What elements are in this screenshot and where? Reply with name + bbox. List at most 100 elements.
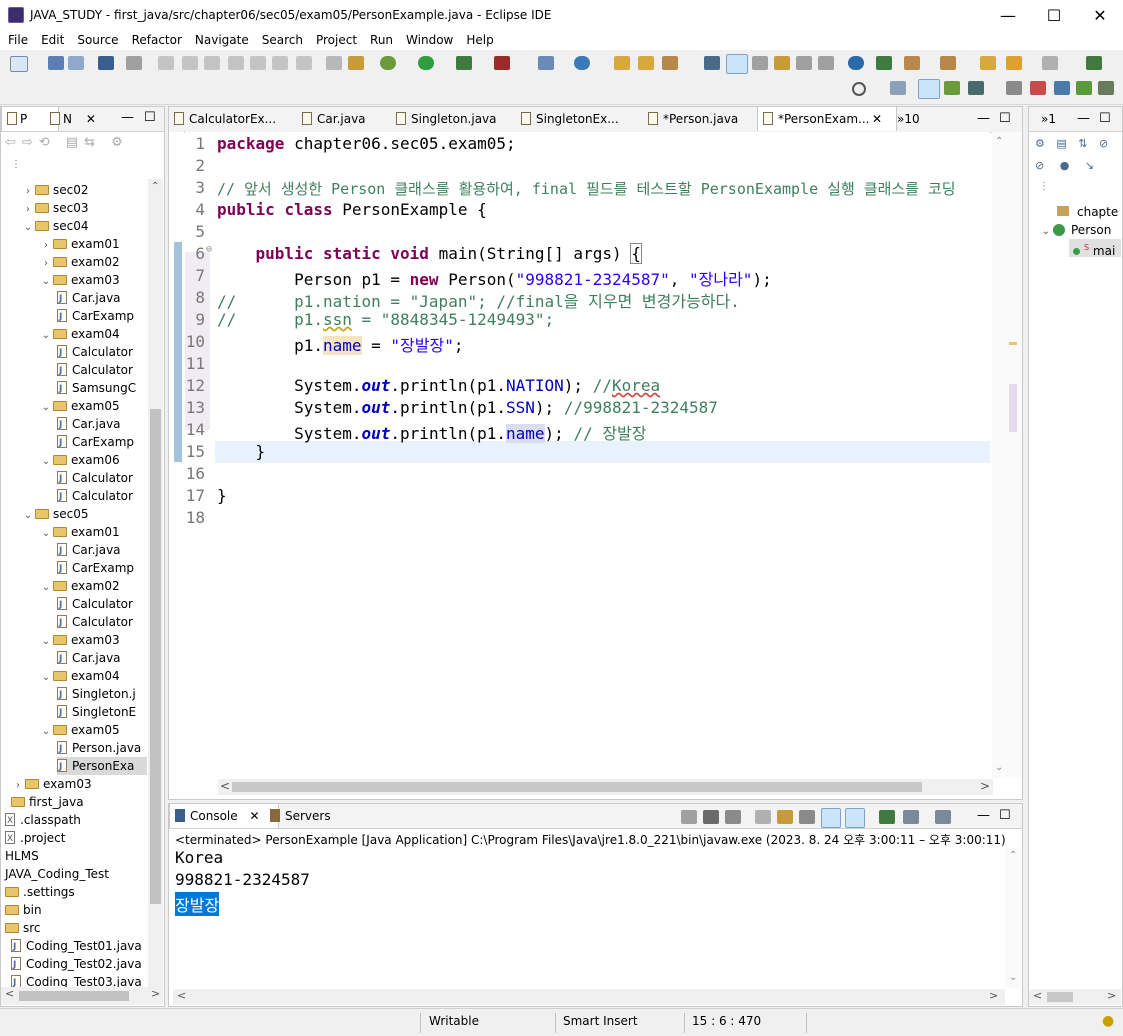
toggle-breadcrumb-icon[interactable] (774, 56, 790, 70)
tree-item[interactable]: CarExamp (57, 433, 134, 452)
chevron-down-icon[interactable]: ⌄ (39, 723, 53, 741)
step-into-icon[interactable] (250, 56, 266, 70)
tree-item[interactable]: ⌄ exam02 (39, 577, 120, 595)
step-over-icon[interactable] (272, 56, 288, 70)
tab-calculator-example[interactable]: CalculatorEx... (169, 107, 289, 131)
tree-item[interactable]: CarExamp (57, 559, 134, 578)
open-perspective-icon[interactable] (890, 81, 906, 95)
menu-run[interactable]: Run (362, 30, 398, 50)
tree-item[interactable]: Calculator (57, 343, 133, 362)
minimize-editor-icon[interactable]: — (977, 111, 990, 126)
next-annotation-icon[interactable] (876, 56, 892, 70)
remove-all-terminated-icon[interactable] (725, 810, 741, 824)
tree-item[interactable]: ⌄ exam05 (39, 397, 120, 415)
editor-hscrollbar[interactable]: < > (218, 779, 993, 795)
tree-item[interactable]: ⌄ exam04 (39, 325, 120, 343)
outline-hscrollbar-thumb[interactable] (1047, 992, 1073, 1002)
minimize-view-icon[interactable]: — (121, 110, 134, 125)
tab-singleton-example[interactable]: SingletonEx... (516, 107, 636, 131)
maximize-view-icon[interactable]: ☐ (144, 110, 156, 125)
scroll-thumb[interactable] (1009, 384, 1017, 432)
remove-launch-icon[interactable] (703, 810, 719, 824)
display-console-icon[interactable] (903, 810, 919, 824)
show-whitespace-icon[interactable] (818, 56, 834, 70)
tree-item[interactable]: bin (5, 901, 42, 919)
pin-editor-icon[interactable] (1086, 56, 1102, 70)
menu-project[interactable]: Project (308, 30, 362, 50)
tree-hscrollbar-thumb[interactable] (19, 991, 129, 1001)
tree-item[interactable]: .project (5, 829, 65, 848)
outline-method[interactable]: S mai (1069, 239, 1121, 258)
tree-item[interactable]: HLMS (1, 847, 39, 865)
console-icon[interactable] (98, 56, 114, 70)
team-perspective-icon[interactable] (1076, 81, 1092, 95)
resume-icon[interactable] (158, 56, 174, 70)
web-browser-icon[interactable] (848, 56, 864, 70)
new-icon[interactable] (10, 56, 28, 72)
tree-item[interactable]: ⌄ exam05 (39, 721, 120, 739)
next-edit-icon[interactable] (904, 56, 920, 70)
chevron-down-icon[interactable]: ⌄ (39, 453, 53, 471)
tab-singleton-java[interactable]: Singleton.java (391, 107, 509, 131)
tab-overflow[interactable]: »10 (893, 107, 927, 131)
tree-item[interactable]: › sec03 (21, 199, 89, 217)
view-menu-icon[interactable]: ⋮ (1039, 181, 1049, 192)
tree-item[interactable]: Calculator (57, 613, 133, 632)
toggle-block-selection-icon[interactable] (752, 56, 768, 70)
tree-item[interactable]: ⌄ exam01 (39, 523, 120, 541)
chevron-down-icon[interactable]: ⌄ (39, 273, 53, 291)
java-perspective-icon[interactable] (918, 79, 940, 99)
chevron-down-icon[interactable]: ⌄ (39, 327, 53, 345)
menu-source[interactable]: Source (69, 30, 123, 50)
tree-item[interactable]: SamsungC (57, 379, 136, 398)
tree-item[interactable]: Coding_Test01.java (11, 937, 142, 956)
web-perspective-icon[interactable] (1054, 81, 1070, 95)
tree-item[interactable]: Car.java (57, 289, 121, 308)
skip-breakpoints-icon[interactable] (126, 56, 142, 70)
tree-scrollbar[interactable]: ⌃ (148, 179, 163, 1005)
maximize-view-icon[interactable]: ☐ (999, 808, 1011, 823)
save-icon[interactable] (48, 56, 64, 70)
tree-item[interactable]: › exam01 (39, 235, 120, 253)
search-icon[interactable] (852, 82, 866, 96)
tree-item[interactable]: Car.java (57, 649, 121, 668)
tree-item[interactable]: .classpath (5, 811, 81, 830)
view-menu-icon[interactable]: ⋮ (11, 159, 21, 170)
close-icon[interactable]: ✕ (249, 809, 259, 823)
git-perspective-icon[interactable] (968, 81, 984, 95)
maximize-view-icon[interactable]: ☐ (1099, 111, 1111, 126)
pin-console-icon[interactable] (879, 810, 895, 824)
debug-perspective-icon[interactable] (944, 81, 960, 95)
tree-item[interactable]: Calculator (57, 595, 133, 614)
debug-icon[interactable] (380, 56, 396, 70)
minimize-view-icon[interactable]: — (977, 808, 990, 823)
tree-item[interactable]: ⌄ exam06 (39, 451, 120, 469)
console-hscrollbar[interactable]: < > (173, 989, 1005, 1005)
minimize-button[interactable]: — (985, 0, 1031, 30)
close-icon[interactable]: ✕ (86, 112, 96, 126)
step-return-icon[interactable] (296, 56, 312, 70)
minimize-view-icon[interactable]: — (1077, 111, 1090, 126)
tree-item[interactable]: Car.java (57, 541, 121, 560)
tree-item[interactable]: ⌄ sec05 (21, 505, 89, 523)
outline-hscrollbar[interactable]: < > (1029, 989, 1121, 1005)
scroll-right-icon[interactable]: > (1107, 989, 1116, 1002)
chevron-down-icon[interactable]: ⌄ (21, 219, 35, 237)
close-button[interactable]: ✕ (1077, 0, 1123, 30)
search-tool-icon[interactable] (662, 56, 678, 70)
show-on-stdout-icon[interactable] (821, 808, 841, 828)
scroll-left-icon[interactable]: < (177, 989, 186, 1002)
back-icon[interactable] (1006, 56, 1022, 70)
editor-hscrollbar-thumb[interactable] (232, 782, 922, 792)
tree-item[interactable]: SingletonE (57, 703, 136, 722)
scroll-left-icon[interactable]: < (1033, 989, 1042, 1002)
tab-car-java[interactable]: Car.java (297, 107, 377, 131)
open-console-icon[interactable] (935, 810, 951, 824)
tips-icon[interactable]: ● (1102, 1013, 1114, 1029)
run-icon[interactable] (418, 56, 434, 70)
tree-item[interactable]: Person.java (57, 739, 141, 758)
scroll-down-icon[interactable]: ⌄ (1009, 972, 1017, 983)
menu-help[interactable]: Help (458, 30, 498, 50)
close-icon[interactable]: ✕ (872, 107, 882, 131)
tree-item[interactable]: › exam02 (39, 253, 120, 271)
